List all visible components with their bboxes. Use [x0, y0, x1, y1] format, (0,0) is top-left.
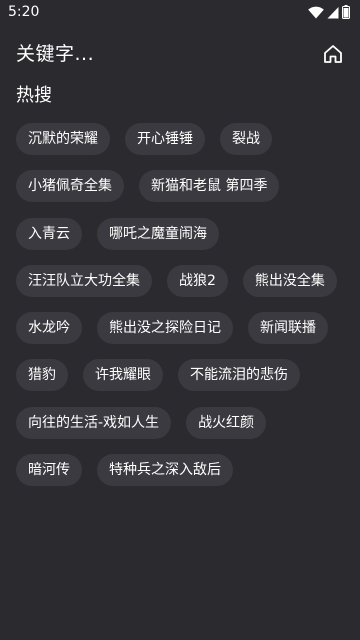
status-time: 5:20 — [8, 4, 40, 20]
battery-icon — [342, 5, 350, 19]
hot-search-tag[interactable]: 小猪佩奇全集 — [16, 170, 124, 203]
hot-search-tag[interactable]: 暗河传 — [16, 454, 82, 487]
hot-search-tag[interactable]: 向往的生活-戏如人生 — [16, 406, 172, 439]
hot-search-tag[interactable]: 不能流泪的悲伤 — [178, 359, 300, 392]
screen: 5:20 关键字... 热搜 沉默的荣耀 开心锤锤 裂战 小猪佩奇全集 新猫和老鼠 第四… — [0, 0, 360, 640]
hot-search-tags: 沉默的荣耀 开心锤锤 裂战 小猪佩奇全集 新猫和老鼠 第四季 入青云 哪吒之魔童闹海 汪汪队立… — [16, 123, 346, 501]
tag-row: 向往的生活-戏如人生 战火红颜 — [16, 406, 346, 439]
status-bar: 5:20 — [0, 0, 360, 24]
hot-search-tag[interactable]: 水龙吟 — [16, 312, 82, 345]
hot-search-tag[interactable]: 许我耀眼 — [83, 359, 163, 392]
hot-search-tag[interactable]: 裂战 — [220, 123, 272, 155]
tag-row: 水龙吟 熊出没之探险日记 新闻联播 — [16, 312, 346, 345]
wifi-icon — [308, 6, 324, 18]
tag-row: 暗河传 特种兵之深入敌后 — [16, 454, 346, 487]
hot-search-tag[interactable]: 战火红颜 — [186, 406, 267, 439]
hot-search-tag[interactable]: 汪汪队立大功全集 — [16, 264, 152, 297]
home-icon — [324, 45, 342, 63]
hot-search-tag[interactable]: 新闻联播 — [248, 312, 328, 345]
hot-search-tag[interactable]: 开心锤锤 — [125, 123, 205, 155]
status-icons — [308, 5, 350, 19]
search-input[interactable]: 关键字... — [16, 42, 94, 66]
tag-row: 入青云 哪吒之魔童闹海 — [16, 217, 346, 250]
tag-row: 小猪佩奇全集 新猫和老鼠 第四季 — [16, 170, 346, 203]
tag-row: 沉默的荣耀 开心锤锤 裂战 — [16, 123, 346, 155]
cellular-signal-icon — [327, 6, 339, 18]
tag-row: 猎豹 许我耀眼 不能流泪的悲伤 — [16, 359, 346, 392]
search-header: 关键字... — [0, 36, 360, 72]
hot-search-tag[interactable]: 沉默的荣耀 — [16, 123, 110, 155]
hot-search-tag[interactable]: 特种兵之深入敌后 — [97, 454, 233, 487]
hot-search-tag[interactable]: 熊出没之探险日记 — [97, 312, 233, 345]
hot-search-title: 热搜 — [16, 85, 52, 106]
hot-search-tag[interactable]: 猎豹 — [16, 359, 68, 392]
hot-search-tag[interactable]: 哪吒之魔童闹海 — [97, 217, 219, 250]
hot-search-tag[interactable]: 熊出没全集 — [242, 264, 337, 297]
hot-search-tag[interactable]: 新猫和老鼠 第四季 — [139, 170, 280, 203]
hot-search-tag[interactable]: 入青云 — [16, 217, 82, 250]
hot-search-tag[interactable]: 战狼2 — [167, 264, 228, 297]
home-button[interactable] — [322, 43, 344, 65]
tag-row: 汪汪队立大功全集 战狼2 熊出没全集 — [16, 264, 346, 297]
